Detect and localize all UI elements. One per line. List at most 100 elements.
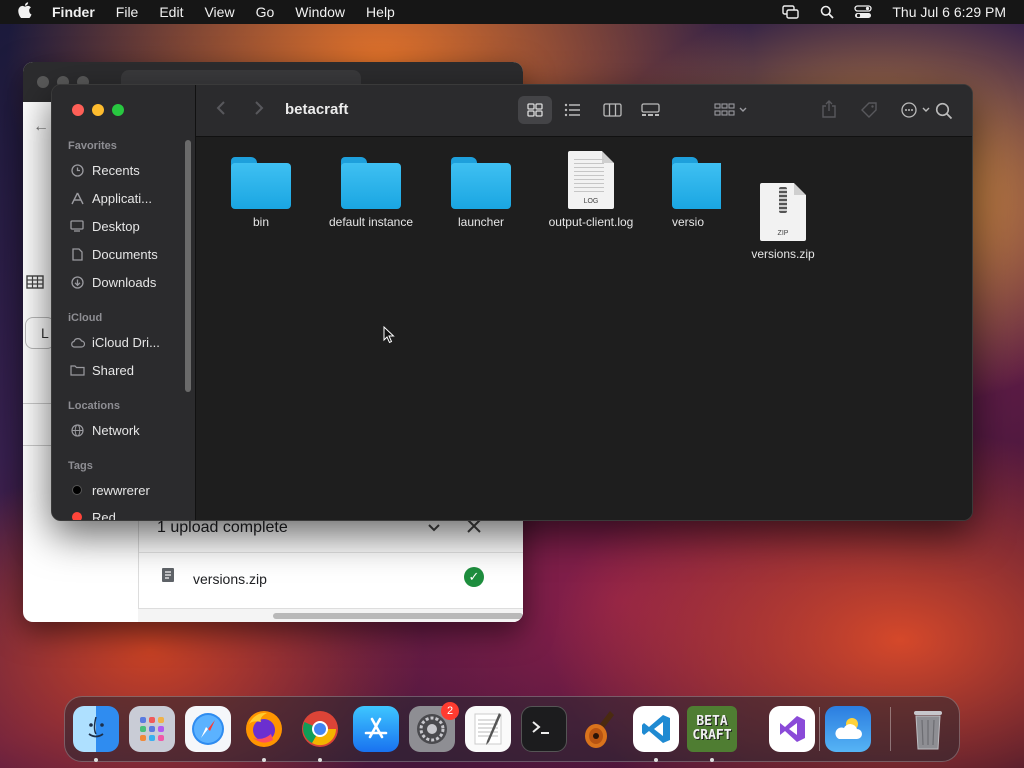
more-actions-icon[interactable]: [901, 102, 935, 118]
back-chevron-icon[interactable]: [216, 99, 226, 122]
sidebar-item-applications[interactable]: Applicati...: [68, 187, 152, 209]
file-browser-content: bin default instance launcher LOG output…: [196, 137, 972, 520]
divider: [23, 445, 53, 446]
zoom-button[interactable]: [112, 104, 124, 116]
dock-separator: [890, 707, 891, 751]
file-badge: LOG: [583, 198, 599, 205]
sidebar-item-downloads[interactable]: Downloads: [68, 271, 156, 293]
upload-panel: 1 upload complete versions.zip ✓: [138, 510, 523, 622]
menu-view[interactable]: View: [204, 4, 234, 20]
table-grid-icon[interactable]: [26, 275, 44, 294]
sidebar-item-tag-rewwrerer[interactable]: rewwrerer: [68, 479, 150, 501]
running-indicator: [262, 758, 266, 762]
file-item-default-instance[interactable]: default instance: [311, 157, 431, 229]
dock-trash-icon[interactable]: [905, 706, 951, 752]
running-indicator: [710, 758, 714, 762]
running-indicator: [94, 758, 98, 762]
log-file-icon: LOG: [568, 151, 614, 209]
sidebar-item-icloud-drive[interactable]: iCloud Dri...: [68, 331, 160, 353]
icloud-header: iCloud: [68, 312, 103, 324]
horizontal-scrollbar[interactable]: [138, 608, 523, 622]
menu-edit[interactable]: Edit: [159, 4, 183, 20]
tag-dot-icon: [72, 485, 82, 495]
desktop-icon: [68, 220, 86, 232]
column-view-icon[interactable]: [603, 103, 622, 117]
search-icon[interactable]: [935, 102, 953, 125]
file-item-bin[interactable]: bin: [201, 157, 321, 229]
notification-badge: 2: [441, 702, 459, 720]
finder-sidebar: Favorites Recents Applicati... Desktop D…: [52, 85, 196, 520]
dock-app-store-icon[interactable]: [353, 706, 399, 752]
menu-go[interactable]: Go: [256, 4, 275, 20]
menu-help[interactable]: Help: [366, 4, 395, 20]
finder-toolbar: betacraft: [196, 85, 972, 137]
sidebar-item-network[interactable]: Network: [68, 419, 140, 441]
spotlight-search-icon[interactable]: [820, 5, 835, 19]
close-button[interactable]: [37, 76, 49, 88]
sidebar-item-label: Documents: [92, 246, 158, 262]
file-item-launcher[interactable]: launcher: [421, 157, 541, 229]
tags-header: Tags: [68, 460, 93, 472]
sidebar-item-desktop[interactable]: Desktop: [68, 215, 140, 237]
back-arrow-icon[interactable]: ←: [33, 118, 49, 136]
forward-chevron-icon[interactable]: [254, 99, 264, 122]
zip-file-icon: ZIP: [760, 183, 806, 241]
menu-file[interactable]: File: [116, 4, 139, 20]
dock-weather-icon[interactable]: [825, 706, 871, 752]
list-view-icon[interactable]: [564, 103, 581, 117]
sidebar-item-label: Recents: [92, 162, 140, 178]
file-item-versions-folder[interactable]: versio: [641, 157, 721, 229]
dock-textedit-icon[interactable]: [465, 706, 511, 752]
icon-view-icon[interactable]: [527, 103, 543, 117]
menu-window[interactable]: Window: [295, 4, 345, 20]
minimize-button[interactable]: [92, 104, 104, 116]
upload-item[interactable]: versions.zip ✓: [139, 552, 523, 602]
dock-chrome-icon[interactable]: [297, 706, 343, 752]
dock-visual-studio-icon[interactable]: [769, 706, 815, 752]
file-item-output-client-log[interactable]: LOG output-client.log: [531, 151, 651, 229]
scrollbar-thumb[interactable]: [273, 613, 523, 619]
running-indicator: [654, 758, 658, 762]
folder-icon: [231, 157, 291, 209]
dock-garageband-icon[interactable]: [577, 706, 623, 752]
sidebar-item-recents[interactable]: Recents: [68, 159, 140, 181]
sidebar-item-documents[interactable]: Documents: [68, 243, 158, 265]
chevron-down-icon[interactable]: [427, 520, 441, 536]
folder-icon: [341, 157, 401, 209]
control-center-icon[interactable]: [854, 5, 873, 19]
document-icon: [68, 247, 86, 261]
document-icon: [161, 567, 175, 588]
dock-system-settings-icon[interactable]: 2: [409, 702, 459, 752]
dock-launchpad-icon[interactable]: [129, 706, 175, 752]
dock-terminal-icon[interactable]: [521, 706, 567, 752]
file-name: versio: [672, 215, 705, 229]
file-badge: ZIP: [777, 230, 789, 237]
dock-safari-icon[interactable]: [185, 706, 231, 752]
dock-finder-icon[interactable]: [73, 706, 119, 752]
sidebar-item-tag-red[interactable]: Red: [68, 506, 116, 520]
dock-betacraft-icon[interactable]: BETA CRAFT: [687, 706, 737, 752]
share-icon[interactable]: [822, 100, 836, 118]
menu-clock[interactable]: Thu Jul 6 6:29 PM: [892, 4, 1006, 20]
applications-icon: [68, 192, 86, 205]
sidebar-item-label: Desktop: [92, 218, 140, 234]
tag-dot-icon: [72, 512, 82, 520]
favorites-header: Favorites: [68, 140, 117, 152]
gallery-view-icon[interactable]: [641, 103, 660, 117]
file-name: output-client.log: [548, 215, 634, 229]
sidebar-item-label: rewwrerer: [92, 482, 150, 498]
tag-icon[interactable]: [860, 101, 878, 119]
window-title: betacraft: [285, 101, 349, 118]
clock-icon: [68, 163, 86, 177]
screen-mirroring-icon[interactable]: [782, 5, 800, 19]
sidebar-item-shared[interactable]: Shared: [68, 359, 134, 381]
close-button[interactable]: [72, 104, 84, 116]
file-item-versions-zip[interactable]: ZIP versions.zip: [723, 183, 843, 261]
menu-app-name[interactable]: Finder: [52, 4, 95, 20]
sidebar-scrollbar[interactable]: [185, 140, 191, 392]
apple-icon[interactable]: [18, 2, 38, 22]
dock-firefox-icon[interactable]: [241, 706, 287, 752]
sidebar-item-label: iCloud Dri...: [92, 334, 160, 350]
group-by-icon[interactable]: [714, 103, 750, 117]
dock-vscode-icon[interactable]: [633, 706, 679, 752]
